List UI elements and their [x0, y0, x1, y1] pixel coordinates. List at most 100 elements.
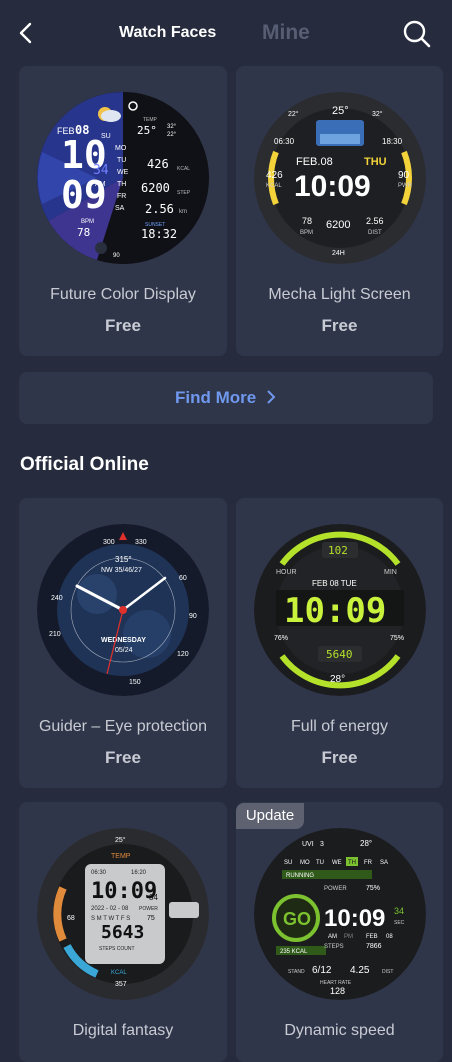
svg-text:GO: GO — [283, 909, 311, 929]
chevron-right-icon — [265, 373, 277, 425]
svg-text:FR: FR — [117, 193, 126, 200]
svg-text:06:30: 06:30 — [274, 137, 295, 146]
top-bar: Watch Faces Mine — [0, 0, 452, 66]
svg-text:28°: 28° — [330, 674, 345, 685]
watch-face-name: Mecha Light Screen — [268, 286, 411, 303]
tab-watch-faces[interactable]: Watch Faces — [119, 24, 216, 42]
svg-text:22°: 22° — [288, 110, 299, 118]
svg-text:FEB 08 TUE: FEB 08 TUE — [312, 579, 357, 588]
svg-text:10:09: 10:09 — [294, 170, 371, 203]
svg-text:km: km — [179, 209, 187, 215]
svg-text:426: 426 — [147, 157, 169, 171]
watch-face-preview: 22° 25° 32° 06:30 18:30 FEB.08 THU 10:09… — [253, 92, 426, 264]
watch-face-card[interactable]: UVI 3 28° SU MO TU WE TH FR SA RUNNING P… — [236, 802, 443, 1062]
svg-text:TU: TU — [117, 157, 126, 164]
svg-text:STEPS COUNT: STEPS COUNT — [99, 946, 135, 952]
svg-text:32°: 32° — [167, 124, 177, 130]
svg-text:RUNNING: RUNNING — [286, 873, 314, 879]
watch-face-card[interactable]: 102 HOUR MIN FEB 08 TUE 10:09 76% 75% 56… — [236, 498, 443, 788]
find-more-label: Find More — [175, 388, 257, 407]
svg-text:2.56: 2.56 — [366, 216, 384, 226]
watch-face-name: Dynamic speed — [284, 1022, 395, 1039]
svg-text:10:09: 10:09 — [284, 591, 386, 631]
svg-text:TH: TH — [117, 181, 126, 188]
svg-text:TH: TH — [348, 860, 356, 866]
svg-text:25°: 25° — [137, 124, 157, 137]
svg-text:FEB.08: FEB.08 — [296, 156, 333, 168]
watch-face-card[interactable]: FEB 08 10 09 34 AM SU MO TU WE TH FR SA … — [19, 66, 227, 356]
watch-face-card[interactable]: 300 330 240 210 150 120 90 60 315° NW 35… — [19, 498, 227, 788]
svg-text:75: 75 — [147, 915, 155, 922]
section-title: Official Online — [20, 454, 149, 475]
watch-face-preview: UVI 3 28° SU MO TU WE TH FR SA RUNNING P… — [253, 828, 426, 1000]
svg-text:WEDNESDAY: WEDNESDAY — [101, 637, 146, 644]
svg-text:16:20: 16:20 — [131, 870, 147, 876]
svg-text:90: 90 — [398, 170, 410, 181]
svg-text:SU: SU — [101, 133, 111, 140]
svg-text:DIST: DIST — [382, 969, 393, 975]
svg-text:PM: PM — [344, 934, 353, 940]
svg-text:24H: 24H — [332, 250, 345, 257]
svg-text:AM: AM — [95, 181, 106, 188]
svg-text:34: 34 — [394, 906, 404, 916]
svg-text:06:30: 06:30 — [91, 870, 107, 876]
watch-face-preview: FEB 08 10 09 34 AM SU MO TU WE TH FR SA … — [37, 92, 209, 264]
svg-text:SA: SA — [380, 860, 388, 866]
svg-text:POWER: POWER — [139, 906, 158, 912]
watch-face-preview: 300 330 240 210 150 120 90 60 315° NW 35… — [37, 524, 209, 696]
svg-text:150: 150 — [129, 679, 141, 686]
svg-text:18:30: 18:30 — [382, 137, 403, 146]
watch-face-name: Guider – Eye protection — [38, 718, 208, 735]
svg-text:STAND: STAND — [288, 969, 305, 975]
svg-text:102: 102 — [328, 544, 348, 557]
svg-text:210: 210 — [49, 631, 61, 638]
watch-face-price: Free — [321, 316, 358, 335]
svg-text:78: 78 — [302, 216, 312, 226]
watch-face-card[interactable]: 25° TEMP 06:30 16:20 10:09 34 2022 - 02 … — [19, 802, 227, 1062]
svg-text:TEMP: TEMP — [111, 853, 131, 860]
tab-mine[interactable]: Mine — [262, 21, 310, 45]
svg-text:MO: MO — [115, 145, 127, 152]
svg-text:34: 34 — [149, 893, 158, 902]
svg-text:60: 60 — [179, 575, 187, 582]
svg-text:235 KCAL: 235 KCAL — [280, 949, 308, 955]
svg-text:5643: 5643 — [101, 922, 144, 943]
svg-text:AM: AM — [328, 934, 337, 940]
watch-face-card[interactable]: 22° 25° 32° 06:30 18:30 FEB.08 THU 10:09… — [236, 66, 443, 356]
svg-text:KCAL: KCAL — [177, 166, 190, 172]
watch-face-preview: 102 HOUR MIN FEB 08 TUE 10:09 76% 75% 56… — [253, 524, 426, 696]
svg-text:68: 68 — [67, 915, 75, 922]
watch-face-price: Free — [105, 748, 141, 767]
svg-text:SU: SU — [284, 860, 292, 866]
svg-text:DIST: DIST — [368, 230, 382, 236]
svg-text:BPM: BPM — [300, 230, 313, 236]
svg-text:MIN: MIN — [384, 569, 397, 576]
svg-text:THU: THU — [364, 156, 387, 168]
svg-text:UVI: UVI — [302, 841, 314, 848]
find-more-button[interactable]: Find More — [19, 372, 433, 424]
svg-text:25°: 25° — [332, 105, 349, 117]
svg-text:240: 240 — [51, 595, 63, 602]
svg-text:34: 34 — [93, 163, 109, 178]
svg-text:4.25: 4.25 — [350, 965, 370, 976]
svg-text:120: 120 — [177, 651, 189, 658]
svg-text:128: 128 — [330, 986, 345, 996]
watch-face-name: Future Color Display — [50, 286, 196, 303]
svg-text:22°: 22° — [167, 132, 177, 138]
svg-text:STEP: STEP — [177, 190, 191, 196]
watch-face-price: Free — [105, 316, 141, 335]
svg-text:MO: MO — [300, 860, 310, 866]
svg-text:HOUR: HOUR — [276, 569, 297, 576]
search-icon[interactable] — [401, 18, 433, 50]
svg-text:315°: 315° — [115, 555, 132, 564]
svg-text:10:09: 10:09 — [324, 905, 385, 932]
svg-text:90: 90 — [189, 613, 197, 620]
back-arrow-icon[interactable] — [14, 20, 40, 46]
svg-text:STEPS: STEPS — [324, 944, 344, 950]
svg-text:POWER: POWER — [324, 886, 347, 892]
svg-text:2.56: 2.56 — [145, 202, 174, 216]
watch-face-preview: 25° TEMP 06:30 16:20 10:09 34 2022 - 02 … — [37, 828, 209, 1000]
svg-text:6/12: 6/12 — [312, 965, 332, 976]
svg-text:357: 357 — [115, 981, 127, 988]
update-badge: Update — [236, 803, 304, 829]
